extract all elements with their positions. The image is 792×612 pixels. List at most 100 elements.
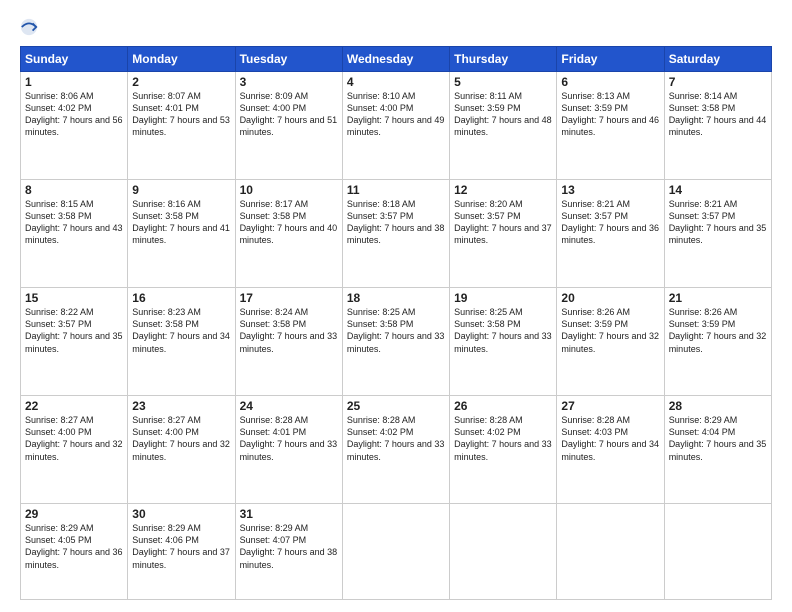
calendar-cell: 13 Sunrise: 8:21 AM Sunset: 3:57 PM Dayl… bbox=[557, 180, 664, 288]
day-number: 11 bbox=[347, 183, 445, 197]
calendar-cell: 1 Sunrise: 8:06 AM Sunset: 4:02 PM Dayli… bbox=[21, 72, 128, 180]
day-number: 3 bbox=[240, 75, 338, 89]
cell-content: Sunrise: 8:09 AM Sunset: 4:00 PM Dayligh… bbox=[240, 90, 338, 139]
calendar-header-thursday: Thursday bbox=[450, 47, 557, 72]
day-number: 19 bbox=[454, 291, 552, 305]
calendar-cell: 25 Sunrise: 8:28 AM Sunset: 4:02 PM Dayl… bbox=[342, 396, 449, 504]
calendar-week-4: 22 Sunrise: 8:27 AM Sunset: 4:00 PM Dayl… bbox=[21, 396, 772, 504]
calendar-header-wednesday: Wednesday bbox=[342, 47, 449, 72]
day-number: 20 bbox=[561, 291, 659, 305]
cell-content: Sunrise: 8:28 AM Sunset: 4:01 PM Dayligh… bbox=[240, 414, 338, 463]
cell-content: Sunrise: 8:13 AM Sunset: 3:59 PM Dayligh… bbox=[561, 90, 659, 139]
calendar-cell: 14 Sunrise: 8:21 AM Sunset: 3:57 PM Dayl… bbox=[664, 180, 771, 288]
header bbox=[20, 18, 772, 36]
cell-content: Sunrise: 8:17 AM Sunset: 3:58 PM Dayligh… bbox=[240, 198, 338, 247]
day-number: 18 bbox=[347, 291, 445, 305]
cell-content: Sunrise: 8:29 AM Sunset: 4:07 PM Dayligh… bbox=[240, 522, 338, 571]
calendar-cell: 18 Sunrise: 8:25 AM Sunset: 3:58 PM Dayl… bbox=[342, 288, 449, 396]
calendar-cell: 27 Sunrise: 8:28 AM Sunset: 4:03 PM Dayl… bbox=[557, 396, 664, 504]
cell-content: Sunrise: 8:06 AM Sunset: 4:02 PM Dayligh… bbox=[25, 90, 123, 139]
day-number: 22 bbox=[25, 399, 123, 413]
calendar-header-tuesday: Tuesday bbox=[235, 47, 342, 72]
cell-content: Sunrise: 8:26 AM Sunset: 3:59 PM Dayligh… bbox=[669, 306, 767, 355]
calendar-week-5: 29 Sunrise: 8:29 AM Sunset: 4:05 PM Dayl… bbox=[21, 504, 772, 600]
day-number: 13 bbox=[561, 183, 659, 197]
calendar-cell bbox=[342, 504, 449, 600]
day-number: 28 bbox=[669, 399, 767, 413]
cell-content: Sunrise: 8:26 AM Sunset: 3:59 PM Dayligh… bbox=[561, 306, 659, 355]
cell-content: Sunrise: 8:07 AM Sunset: 4:01 PM Dayligh… bbox=[132, 90, 230, 139]
calendar-cell: 24 Sunrise: 8:28 AM Sunset: 4:01 PM Dayl… bbox=[235, 396, 342, 504]
calendar-week-2: 8 Sunrise: 8:15 AM Sunset: 3:58 PM Dayli… bbox=[21, 180, 772, 288]
calendar-header-sunday: Sunday bbox=[21, 47, 128, 72]
calendar-cell: 22 Sunrise: 8:27 AM Sunset: 4:00 PM Dayl… bbox=[21, 396, 128, 504]
calendar-header-saturday: Saturday bbox=[664, 47, 771, 72]
calendar-cell: 12 Sunrise: 8:20 AM Sunset: 3:57 PM Dayl… bbox=[450, 180, 557, 288]
day-number: 2 bbox=[132, 75, 230, 89]
calendar-cell: 20 Sunrise: 8:26 AM Sunset: 3:59 PM Dayl… bbox=[557, 288, 664, 396]
day-number: 15 bbox=[25, 291, 123, 305]
day-number: 1 bbox=[25, 75, 123, 89]
calendar-cell: 5 Sunrise: 8:11 AM Sunset: 3:59 PM Dayli… bbox=[450, 72, 557, 180]
day-number: 5 bbox=[454, 75, 552, 89]
page: SundayMondayTuesdayWednesdayThursdayFrid… bbox=[0, 0, 792, 612]
calendar-cell bbox=[557, 504, 664, 600]
calendar-cell: 9 Sunrise: 8:16 AM Sunset: 3:58 PM Dayli… bbox=[128, 180, 235, 288]
cell-content: Sunrise: 8:29 AM Sunset: 4:05 PM Dayligh… bbox=[25, 522, 123, 571]
calendar-cell: 21 Sunrise: 8:26 AM Sunset: 3:59 PM Dayl… bbox=[664, 288, 771, 396]
day-number: 26 bbox=[454, 399, 552, 413]
calendar-cell bbox=[450, 504, 557, 600]
calendar-cell: 29 Sunrise: 8:29 AM Sunset: 4:05 PM Dayl… bbox=[21, 504, 128, 600]
calendar-header-friday: Friday bbox=[557, 47, 664, 72]
cell-content: Sunrise: 8:28 AM Sunset: 4:03 PM Dayligh… bbox=[561, 414, 659, 463]
cell-content: Sunrise: 8:22 AM Sunset: 3:57 PM Dayligh… bbox=[25, 306, 123, 355]
cell-content: Sunrise: 8:24 AM Sunset: 3:58 PM Dayligh… bbox=[240, 306, 338, 355]
cell-content: Sunrise: 8:23 AM Sunset: 3:58 PM Dayligh… bbox=[132, 306, 230, 355]
calendar-cell: 16 Sunrise: 8:23 AM Sunset: 3:58 PM Dayl… bbox=[128, 288, 235, 396]
cell-content: Sunrise: 8:21 AM Sunset: 3:57 PM Dayligh… bbox=[561, 198, 659, 247]
calendar-cell: 10 Sunrise: 8:17 AM Sunset: 3:58 PM Dayl… bbox=[235, 180, 342, 288]
cell-content: Sunrise: 8:29 AM Sunset: 4:04 PM Dayligh… bbox=[669, 414, 767, 463]
calendar-cell: 19 Sunrise: 8:25 AM Sunset: 3:58 PM Dayl… bbox=[450, 288, 557, 396]
day-number: 14 bbox=[669, 183, 767, 197]
cell-content: Sunrise: 8:16 AM Sunset: 3:58 PM Dayligh… bbox=[132, 198, 230, 247]
day-number: 4 bbox=[347, 75, 445, 89]
calendar-cell: 26 Sunrise: 8:28 AM Sunset: 4:02 PM Dayl… bbox=[450, 396, 557, 504]
calendar-header-monday: Monday bbox=[128, 47, 235, 72]
calendar-cell: 28 Sunrise: 8:29 AM Sunset: 4:04 PM Dayl… bbox=[664, 396, 771, 504]
cell-content: Sunrise: 8:28 AM Sunset: 4:02 PM Dayligh… bbox=[347, 414, 445, 463]
day-number: 24 bbox=[240, 399, 338, 413]
cell-content: Sunrise: 8:27 AM Sunset: 4:00 PM Dayligh… bbox=[25, 414, 123, 463]
day-number: 27 bbox=[561, 399, 659, 413]
logo bbox=[20, 18, 44, 36]
day-number: 29 bbox=[25, 507, 123, 521]
cell-content: Sunrise: 8:20 AM Sunset: 3:57 PM Dayligh… bbox=[454, 198, 552, 247]
day-number: 30 bbox=[132, 507, 230, 521]
cell-content: Sunrise: 8:15 AM Sunset: 3:58 PM Dayligh… bbox=[25, 198, 123, 247]
cell-content: Sunrise: 8:21 AM Sunset: 3:57 PM Dayligh… bbox=[669, 198, 767, 247]
calendar-cell: 11 Sunrise: 8:18 AM Sunset: 3:57 PM Dayl… bbox=[342, 180, 449, 288]
calendar-cell: 15 Sunrise: 8:22 AM Sunset: 3:57 PM Dayl… bbox=[21, 288, 128, 396]
calendar-cell: 31 Sunrise: 8:29 AM Sunset: 4:07 PM Dayl… bbox=[235, 504, 342, 600]
day-number: 21 bbox=[669, 291, 767, 305]
calendar-cell: 23 Sunrise: 8:27 AM Sunset: 4:00 PM Dayl… bbox=[128, 396, 235, 504]
calendar-week-3: 15 Sunrise: 8:22 AM Sunset: 3:57 PM Dayl… bbox=[21, 288, 772, 396]
cell-content: Sunrise: 8:10 AM Sunset: 4:00 PM Dayligh… bbox=[347, 90, 445, 139]
cell-content: Sunrise: 8:25 AM Sunset: 3:58 PM Dayligh… bbox=[454, 306, 552, 355]
day-number: 10 bbox=[240, 183, 338, 197]
cell-content: Sunrise: 8:29 AM Sunset: 4:06 PM Dayligh… bbox=[132, 522, 230, 571]
cell-content: Sunrise: 8:28 AM Sunset: 4:02 PM Dayligh… bbox=[454, 414, 552, 463]
day-number: 25 bbox=[347, 399, 445, 413]
calendar-cell: 7 Sunrise: 8:14 AM Sunset: 3:58 PM Dayli… bbox=[664, 72, 771, 180]
calendar-cell: 2 Sunrise: 8:07 AM Sunset: 4:01 PM Dayli… bbox=[128, 72, 235, 180]
logo-icon bbox=[20, 18, 38, 36]
day-number: 12 bbox=[454, 183, 552, 197]
calendar-table: SundayMondayTuesdayWednesdayThursdayFrid… bbox=[20, 46, 772, 600]
day-number: 23 bbox=[132, 399, 230, 413]
calendar-cell: 30 Sunrise: 8:29 AM Sunset: 4:06 PM Dayl… bbox=[128, 504, 235, 600]
calendar-cell: 17 Sunrise: 8:24 AM Sunset: 3:58 PM Dayl… bbox=[235, 288, 342, 396]
cell-content: Sunrise: 8:18 AM Sunset: 3:57 PM Dayligh… bbox=[347, 198, 445, 247]
cell-content: Sunrise: 8:11 AM Sunset: 3:59 PM Dayligh… bbox=[454, 90, 552, 139]
day-number: 9 bbox=[132, 183, 230, 197]
day-number: 16 bbox=[132, 291, 230, 305]
